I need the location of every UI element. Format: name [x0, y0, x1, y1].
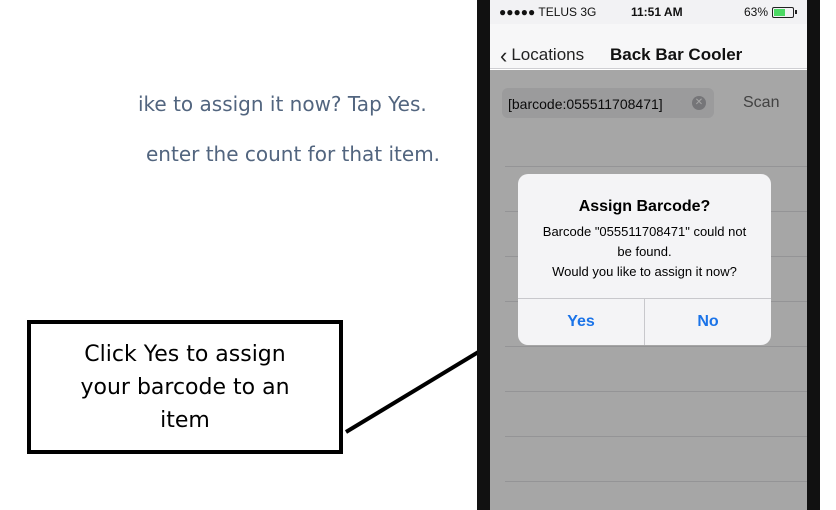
battery-icon [772, 6, 794, 18]
battery-percent: 63% [743, 5, 768, 19]
alert-title: Assign Barcode? [578, 198, 711, 215]
alert-message-line: Barcode "055511708471" could not [542, 224, 747, 239]
phone-screen: ●●●●● TELUS 3G 11:51 AM 63% ‹ Locations … [490, 0, 807, 510]
callout-text: Click Yes to assign your barcode to an i… [80, 341, 290, 433]
battery-status: 63% [744, 5, 797, 19]
navigation-bar: ‹ Locations Back Bar Cooler [490, 24, 807, 69]
back-button[interactable]: ‹ Locations [500, 42, 585, 68]
callout-box: Click Yes to assign your barcode to an i… [27, 320, 343, 454]
instruction-line-1: ike to assign it now? Tap Yes. [138, 92, 427, 116]
assign-barcode-alert: Assign Barcode? Barcode "055511708471" c… [518, 174, 771, 345]
alert-message-line: be found. [617, 244, 672, 259]
alert-message: Barcode "055511708471" could not be foun… [518, 222, 771, 282]
alert-buttons: Yes No [518, 298, 771, 345]
page-title: Back Bar Cooler [610, 45, 743, 64]
yes-button[interactable]: Yes [518, 299, 645, 345]
status-time: 11:51 AM [631, 5, 683, 19]
chevron-left-icon: ‹ [500, 42, 508, 68]
instruction-line-2: enter the count for that item. [146, 142, 441, 166]
carrier-signal: ●●●●● TELUS 3G [499, 5, 597, 19]
battery-tip [795, 10, 797, 14]
alert-message-line: Would you like to assign it now? [552, 264, 737, 279]
phone-frame: ●●●●● TELUS 3G 11:51 AM 63% ‹ Locations … [477, 0, 820, 510]
status-bar: ●●●●● TELUS 3G 11:51 AM 63% [490, 0, 807, 24]
no-button[interactable]: No [645, 299, 771, 345]
back-label: Locations [511, 45, 585, 64]
